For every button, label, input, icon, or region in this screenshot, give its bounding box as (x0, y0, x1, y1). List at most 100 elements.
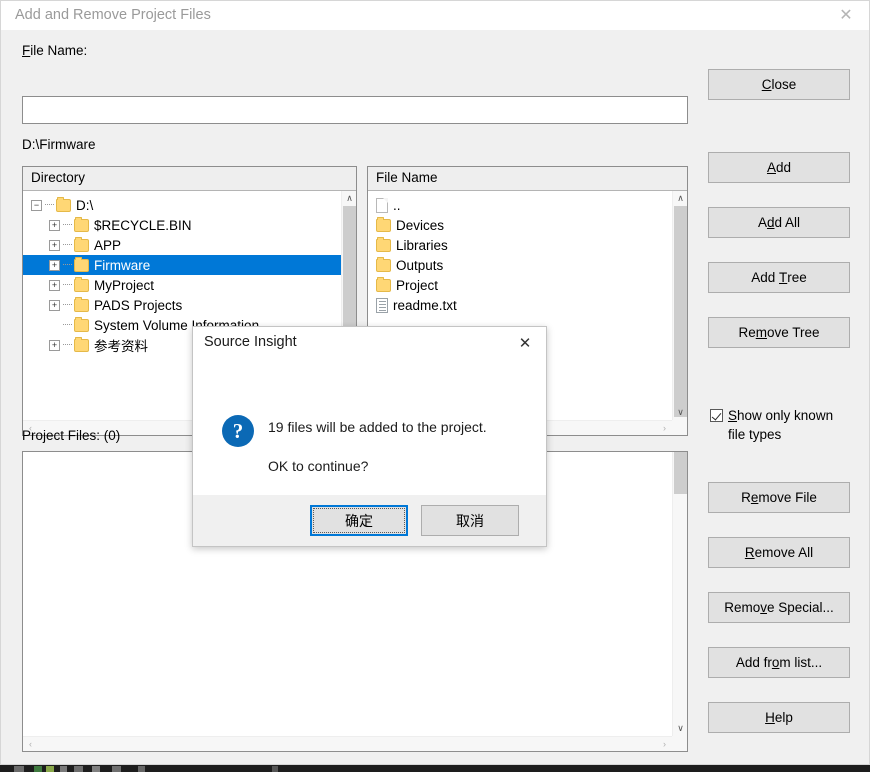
accel-char: R (744, 545, 755, 560)
folder-icon (74, 236, 89, 252)
checkbox-box[interactable] (710, 409, 723, 422)
directory-tree-item[interactable]: + $RECYCLE.BIN (23, 215, 341, 235)
folder-icon (376, 216, 391, 232)
remove-tree-button[interactable]: Re m ove Tree (708, 317, 850, 348)
project-files-vertical-scrollbar[interactable]: ∨ (672, 452, 687, 736)
button-label-rest: emove All (754, 545, 814, 560)
tree-connector (63, 244, 72, 246)
scroll-down-icon[interactable]: ∨ (673, 405, 688, 420)
show-only-known-file-types-checkbox[interactable]: Show only known file types (710, 406, 860, 444)
remove-file-button[interactable]: Re move File (708, 482, 850, 513)
dialog-body: ? 19 files will be added to the project.… (193, 358, 546, 497)
accel-char: T (779, 270, 788, 285)
file-name-input[interactable] (22, 96, 688, 124)
accel-char: m (755, 325, 767, 340)
tree-connector (63, 264, 72, 266)
accel-char: o (771, 655, 780, 670)
scroll-left-icon[interactable]: ‹ (23, 737, 38, 751)
dialog-title: Source Insight (204, 334, 297, 350)
folder-icon (376, 276, 391, 292)
dialog-message-line1: 19 files will be added to the project. (268, 419, 487, 435)
directory-tree-item[interactable]: − D:\ (23, 195, 341, 215)
expand-icon[interactable]: + (49, 239, 60, 251)
file-list-item[interactable]: Libraries (368, 235, 672, 255)
directory-tree-item[interactable]: + PADS Projects (23, 295, 341, 315)
collapse-icon[interactable]: − (31, 199, 42, 211)
file-list-item[interactable]: readme.txt (368, 295, 672, 315)
question-icon: ? (222, 415, 254, 447)
expand-icon[interactable]: + (49, 259, 60, 271)
source-insight-confirm-dialog: Source Insight ✕ ? 19 files will be adde… (192, 326, 547, 547)
accel-char: A (766, 160, 776, 175)
button-label-rest: ree (787, 270, 807, 285)
close-icon[interactable]: ✕ (504, 327, 546, 358)
scroll-thumb[interactable] (674, 206, 687, 417)
button-label-pre: Re (738, 325, 756, 340)
dialog-cancel-button[interactable]: 取消 (421, 505, 519, 536)
folder-icon (74, 336, 89, 352)
window-titlebar: Add and Remove Project Files ✕ (1, 1, 869, 30)
scroll-up-icon[interactable]: ∧ (342, 191, 357, 206)
directory-item-label: PADS Projects (94, 297, 183, 313)
expand-icon[interactable]: + (49, 219, 60, 231)
tree-connector (63, 304, 72, 306)
checkbox-label-line2: file types (728, 427, 782, 442)
add-tree-button[interactable]: Add Tree (708, 262, 850, 293)
file-list-vertical-scrollbar[interactable]: ∧ ∨ (672, 191, 687, 420)
tree-connector (63, 224, 72, 226)
folder-icon (74, 216, 89, 232)
expand-icon[interactable]: + (49, 339, 60, 351)
folder-icon (74, 296, 89, 312)
file-list-item[interactable]: Outputs (368, 255, 672, 275)
file-list-item[interactable]: Devices (368, 215, 672, 235)
dialog-titlebar: Source Insight ✕ (193, 327, 546, 358)
file-list-item[interactable]: .. (368, 195, 672, 215)
expand-icon[interactable]: + (49, 279, 60, 291)
scroll-up-icon[interactable]: ∧ (673, 191, 688, 206)
directory-tree-item[interactable]: + MyProject (23, 275, 341, 295)
folder-icon (376, 236, 391, 252)
directory-item-label: Firmware (94, 257, 155, 273)
scroll-down-icon[interactable]: ∨ (673, 721, 688, 736)
dialog-ok-button[interactable]: 确定 (310, 505, 408, 536)
directory-item-label: $RECYCLE.BIN (94, 217, 192, 233)
tree-connector (63, 324, 72, 326)
button-label-rest: ove Tree (766, 325, 820, 340)
directory-tree-item[interactable]: + APP (23, 235, 341, 255)
close-icon[interactable]: ✕ (823, 1, 869, 30)
add-button[interactable]: Add (708, 152, 850, 183)
remove-special-button[interactable]: Remo v e Special... (708, 592, 850, 623)
file-list-item[interactable]: Project (368, 275, 672, 295)
dialog-ok-label: 确定 (345, 512, 373, 529)
button-label-rest: dd (775, 160, 792, 175)
expand-icon[interactable]: + (49, 299, 60, 311)
file-list-panel-header: File Name (368, 167, 687, 191)
add-from-list-button[interactable]: Add fr o m list... (708, 647, 850, 678)
scroll-right-icon[interactable]: › (657, 737, 672, 751)
button-label-rest: m list... (779, 655, 823, 670)
scroll-right-icon[interactable]: › (657, 421, 672, 435)
folder-icon (74, 316, 89, 332)
accel-char: H (765, 710, 775, 725)
button-label-pre: A (757, 215, 767, 230)
tree-connector (63, 344, 72, 346)
button-label-rest: d All (774, 215, 801, 230)
scroll-thumb[interactable] (674, 452, 687, 494)
directory-tree-item[interactable]: + Firmware (23, 255, 341, 275)
directory-item-label: 参考资料 (94, 339, 148, 354)
accel-char: d (766, 215, 775, 230)
checkbox-label: Show only known file types (728, 406, 833, 444)
button-label-pre: Remo (724, 600, 761, 615)
project-files-horizontal-scrollbar[interactable]: ‹ › (23, 736, 672, 751)
button-label-rest: e Special... (766, 600, 834, 615)
help-button[interactable]: Help (708, 702, 850, 733)
tree-expander-placeholder (49, 320, 60, 331)
file-item-label: Project (396, 277, 439, 293)
close-button[interactable]: Close (708, 69, 850, 100)
remove-all-button[interactable]: Remove All (708, 537, 850, 568)
accel-char: S (728, 408, 738, 423)
window-title: Add and Remove Project Files (15, 7, 211, 23)
accel-char: e (750, 490, 759, 505)
page-icon (376, 197, 388, 213)
add-all-button[interactable]: Add All (708, 207, 850, 238)
